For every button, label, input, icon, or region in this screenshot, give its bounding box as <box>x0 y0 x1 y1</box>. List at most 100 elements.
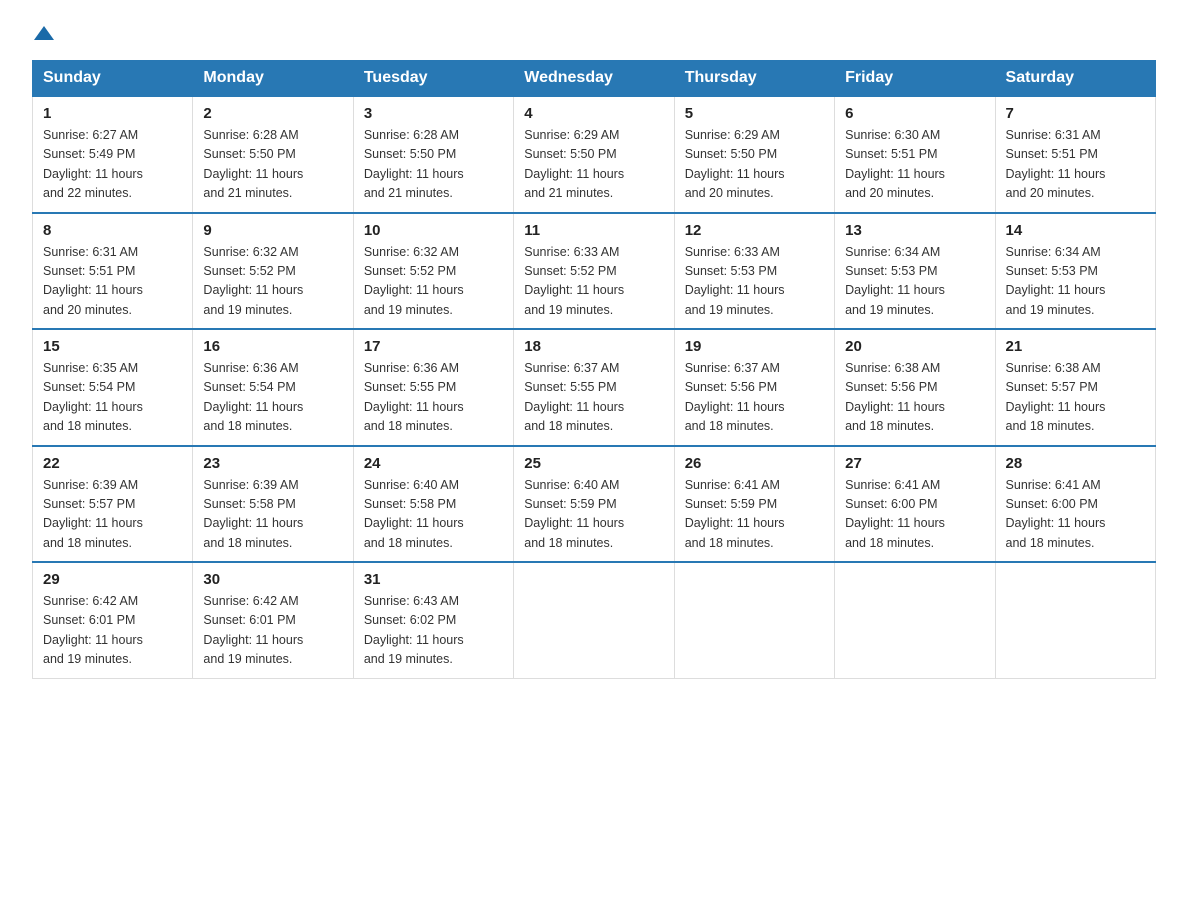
day-number: 14 <box>1006 222 1145 239</box>
day-cell: 2 Sunrise: 6:28 AMSunset: 5:50 PMDayligh… <box>193 96 353 213</box>
day-detail: Sunrise: 6:41 AMSunset: 6:00 PMDaylight:… <box>1006 478 1106 550</box>
day-number: 10 <box>364 222 503 239</box>
calendar-table: SundayMondayTuesdayWednesdayThursdayFrid… <box>32 60 1156 679</box>
day-number: 2 <box>203 105 342 122</box>
col-header-sunday: Sunday <box>33 61 193 97</box>
day-detail: Sunrise: 6:43 AMSunset: 6:02 PMDaylight:… <box>364 594 464 666</box>
day-number: 8 <box>43 222 182 239</box>
day-cell: 15 Sunrise: 6:35 AMSunset: 5:54 PMDaylig… <box>33 329 193 446</box>
logo-triangle-icon <box>34 26 54 40</box>
day-number: 24 <box>364 455 503 472</box>
day-cell: 6 Sunrise: 6:30 AMSunset: 5:51 PMDayligh… <box>835 96 995 213</box>
day-detail: Sunrise: 6:39 AMSunset: 5:58 PMDaylight:… <box>203 478 303 550</box>
day-cell <box>674 562 834 678</box>
day-cell: 31 Sunrise: 6:43 AMSunset: 6:02 PMDaylig… <box>353 562 513 678</box>
week-row-5: 29 Sunrise: 6:42 AMSunset: 6:01 PMDaylig… <box>33 562 1156 678</box>
calendar-body: 1 Sunrise: 6:27 AMSunset: 5:49 PMDayligh… <box>33 96 1156 678</box>
day-detail: Sunrise: 6:37 AMSunset: 5:55 PMDaylight:… <box>524 361 624 433</box>
day-detail: Sunrise: 6:31 AMSunset: 5:51 PMDaylight:… <box>1006 128 1106 200</box>
day-cell: 25 Sunrise: 6:40 AMSunset: 5:59 PMDaylig… <box>514 446 674 563</box>
day-detail: Sunrise: 6:39 AMSunset: 5:57 PMDaylight:… <box>43 478 143 550</box>
day-detail: Sunrise: 6:40 AMSunset: 5:58 PMDaylight:… <box>364 478 464 550</box>
col-header-friday: Friday <box>835 61 995 97</box>
day-detail: Sunrise: 6:42 AMSunset: 6:01 PMDaylight:… <box>43 594 143 666</box>
day-number: 26 <box>685 455 824 472</box>
day-number: 6 <box>845 105 984 122</box>
day-cell <box>514 562 674 678</box>
day-cell: 26 Sunrise: 6:41 AMSunset: 5:59 PMDaylig… <box>674 446 834 563</box>
day-number: 12 <box>685 222 824 239</box>
day-detail: Sunrise: 6:41 AMSunset: 5:59 PMDaylight:… <box>685 478 785 550</box>
day-number: 17 <box>364 338 503 355</box>
day-number: 13 <box>845 222 984 239</box>
day-detail: Sunrise: 6:28 AMSunset: 5:50 PMDaylight:… <box>364 128 464 200</box>
day-number: 20 <box>845 338 984 355</box>
day-number: 7 <box>1006 105 1145 122</box>
day-number: 23 <box>203 455 342 472</box>
day-detail: Sunrise: 6:38 AMSunset: 5:56 PMDaylight:… <box>845 361 945 433</box>
day-cell: 13 Sunrise: 6:34 AMSunset: 5:53 PMDaylig… <box>835 213 995 330</box>
day-cell: 11 Sunrise: 6:33 AMSunset: 5:52 PMDaylig… <box>514 213 674 330</box>
day-detail: Sunrise: 6:40 AMSunset: 5:59 PMDaylight:… <box>524 478 624 550</box>
page-header <box>32 24 1156 44</box>
day-detail: Sunrise: 6:29 AMSunset: 5:50 PMDaylight:… <box>685 128 785 200</box>
day-detail: Sunrise: 6:30 AMSunset: 5:51 PMDaylight:… <box>845 128 945 200</box>
week-row-2: 8 Sunrise: 6:31 AMSunset: 5:51 PMDayligh… <box>33 213 1156 330</box>
day-detail: Sunrise: 6:42 AMSunset: 6:01 PMDaylight:… <box>203 594 303 666</box>
day-number: 22 <box>43 455 182 472</box>
day-cell: 4 Sunrise: 6:29 AMSunset: 5:50 PMDayligh… <box>514 96 674 213</box>
col-header-saturday: Saturday <box>995 61 1155 97</box>
day-cell: 8 Sunrise: 6:31 AMSunset: 5:51 PMDayligh… <box>33 213 193 330</box>
day-cell: 5 Sunrise: 6:29 AMSunset: 5:50 PMDayligh… <box>674 96 834 213</box>
day-detail: Sunrise: 6:28 AMSunset: 5:50 PMDaylight:… <box>203 128 303 200</box>
day-cell: 19 Sunrise: 6:37 AMSunset: 5:56 PMDaylig… <box>674 329 834 446</box>
day-number: 15 <box>43 338 182 355</box>
day-cell <box>995 562 1155 678</box>
col-header-thursday: Thursday <box>674 61 834 97</box>
day-detail: Sunrise: 6:31 AMSunset: 5:51 PMDaylight:… <box>43 245 143 317</box>
day-detail: Sunrise: 6:33 AMSunset: 5:52 PMDaylight:… <box>524 245 624 317</box>
day-detail: Sunrise: 6:35 AMSunset: 5:54 PMDaylight:… <box>43 361 143 433</box>
calendar-header: SundayMondayTuesdayWednesdayThursdayFrid… <box>33 61 1156 97</box>
col-header-monday: Monday <box>193 61 353 97</box>
day-number: 19 <box>685 338 824 355</box>
day-number: 11 <box>524 222 663 239</box>
day-detail: Sunrise: 6:32 AMSunset: 5:52 PMDaylight:… <box>364 245 464 317</box>
day-cell: 9 Sunrise: 6:32 AMSunset: 5:52 PMDayligh… <box>193 213 353 330</box>
day-number: 28 <box>1006 455 1145 472</box>
week-row-1: 1 Sunrise: 6:27 AMSunset: 5:49 PMDayligh… <box>33 96 1156 213</box>
day-cell: 23 Sunrise: 6:39 AMSunset: 5:58 PMDaylig… <box>193 446 353 563</box>
day-number: 4 <box>524 105 663 122</box>
week-row-4: 22 Sunrise: 6:39 AMSunset: 5:57 PMDaylig… <box>33 446 1156 563</box>
day-number: 31 <box>364 571 503 588</box>
day-detail: Sunrise: 6:27 AMSunset: 5:49 PMDaylight:… <box>43 128 143 200</box>
day-cell: 16 Sunrise: 6:36 AMSunset: 5:54 PMDaylig… <box>193 329 353 446</box>
day-cell: 12 Sunrise: 6:33 AMSunset: 5:53 PMDaylig… <box>674 213 834 330</box>
day-cell: 28 Sunrise: 6:41 AMSunset: 6:00 PMDaylig… <box>995 446 1155 563</box>
logo <box>32 24 54 44</box>
day-cell: 1 Sunrise: 6:27 AMSunset: 5:49 PMDayligh… <box>33 96 193 213</box>
day-number: 27 <box>845 455 984 472</box>
day-cell: 29 Sunrise: 6:42 AMSunset: 6:01 PMDaylig… <box>33 562 193 678</box>
day-cell: 21 Sunrise: 6:38 AMSunset: 5:57 PMDaylig… <box>995 329 1155 446</box>
col-header-wednesday: Wednesday <box>514 61 674 97</box>
day-cell: 7 Sunrise: 6:31 AMSunset: 5:51 PMDayligh… <box>995 96 1155 213</box>
day-detail: Sunrise: 6:36 AMSunset: 5:54 PMDaylight:… <box>203 361 303 433</box>
day-detail: Sunrise: 6:41 AMSunset: 6:00 PMDaylight:… <box>845 478 945 550</box>
day-detail: Sunrise: 6:36 AMSunset: 5:55 PMDaylight:… <box>364 361 464 433</box>
day-cell: 27 Sunrise: 6:41 AMSunset: 6:00 PMDaylig… <box>835 446 995 563</box>
day-number: 16 <box>203 338 342 355</box>
day-cell: 10 Sunrise: 6:32 AMSunset: 5:52 PMDaylig… <box>353 213 513 330</box>
day-number: 29 <box>43 571 182 588</box>
day-detail: Sunrise: 6:34 AMSunset: 5:53 PMDaylight:… <box>1006 245 1106 317</box>
day-detail: Sunrise: 6:37 AMSunset: 5:56 PMDaylight:… <box>685 361 785 433</box>
day-cell: 17 Sunrise: 6:36 AMSunset: 5:55 PMDaylig… <box>353 329 513 446</box>
day-cell: 30 Sunrise: 6:42 AMSunset: 6:01 PMDaylig… <box>193 562 353 678</box>
day-cell: 18 Sunrise: 6:37 AMSunset: 5:55 PMDaylig… <box>514 329 674 446</box>
day-cell: 24 Sunrise: 6:40 AMSunset: 5:58 PMDaylig… <box>353 446 513 563</box>
day-detail: Sunrise: 6:34 AMSunset: 5:53 PMDaylight:… <box>845 245 945 317</box>
day-number: 9 <box>203 222 342 239</box>
day-cell: 20 Sunrise: 6:38 AMSunset: 5:56 PMDaylig… <box>835 329 995 446</box>
day-cell: 3 Sunrise: 6:28 AMSunset: 5:50 PMDayligh… <box>353 96 513 213</box>
day-detail: Sunrise: 6:32 AMSunset: 5:52 PMDaylight:… <box>203 245 303 317</box>
